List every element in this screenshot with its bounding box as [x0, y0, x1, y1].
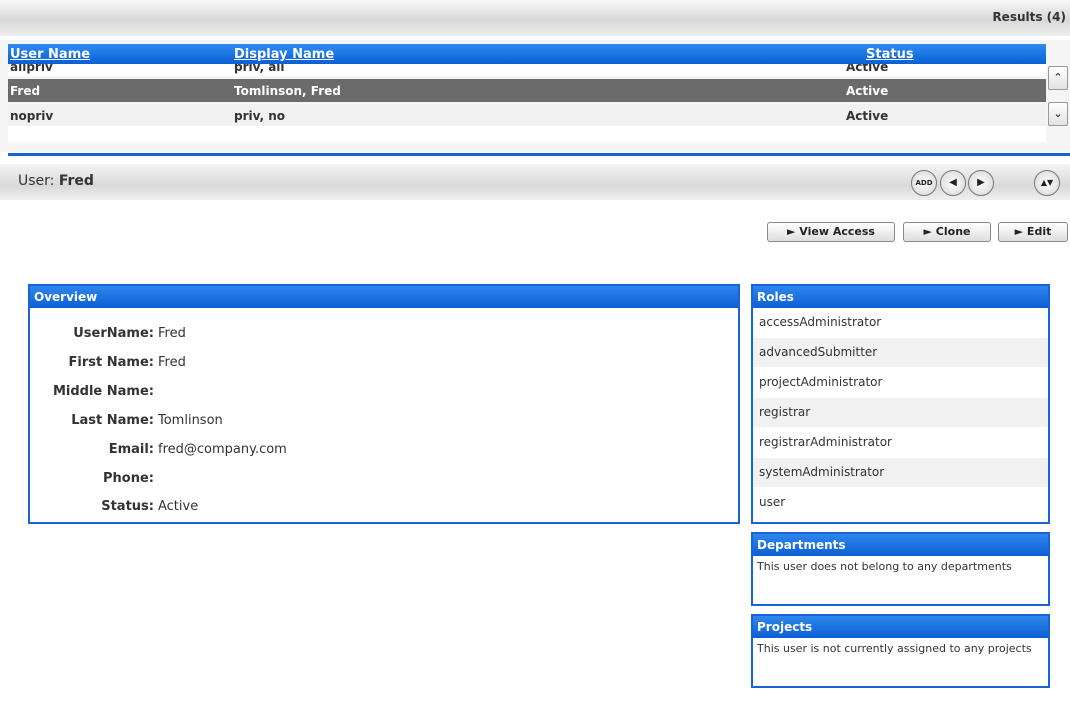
cell-status: Active: [846, 109, 889, 123]
cell-user-name: nopriv: [10, 109, 54, 123]
field-label: UserName:: [73, 326, 154, 341]
list-item: advancedSubmitter: [753, 338, 1048, 368]
list-item: user: [753, 488, 1048, 518]
overview-panel: Overview UserName: Fred First Name: Fred…: [28, 284, 740, 524]
field-value: fred@company.com: [158, 442, 287, 457]
users-table: User Name Display Name Status allpriv pr…: [0, 40, 1070, 152]
field-label: Status:: [101, 499, 154, 514]
chevron-up-icon[interactable]: ⌃: [1048, 66, 1068, 90]
table-row[interactable]: nopriv priv, no Active: [8, 104, 1046, 127]
table-row-selected[interactable]: Fred Tomlinson, Fred Active: [8, 79, 1046, 102]
chevron-down-icon[interactable]: ⌄: [1048, 102, 1068, 126]
list-item: projectAdministrator: [753, 368, 1048, 398]
departments-panel: Departments This user does not belong to…: [751, 532, 1050, 606]
list-item: registrarAdministrator: [753, 428, 1048, 458]
field-value: Tomlinson: [158, 413, 223, 428]
field-value: Active: [158, 499, 199, 514]
projects-panel: Projects This user is not currently assi…: [751, 614, 1050, 688]
field-label: Middle Name:: [52, 384, 154, 399]
list-item: systemAdministrator: [753, 458, 1048, 488]
column-header-status[interactable]: Status: [866, 47, 914, 62]
field-label: First Name:: [68, 355, 154, 370]
next-icon[interactable]: ▶: [968, 170, 994, 196]
section-divider: [8, 153, 1070, 156]
edit-button[interactable]: ► Edit: [998, 222, 1068, 242]
view-access-button[interactable]: ► View Access: [767, 222, 895, 242]
cell-display-name: priv, no: [234, 109, 285, 123]
projects-title: Projects: [753, 616, 1048, 638]
roles-panel: Roles accessAdministrator advancedSubmit…: [751, 284, 1050, 524]
departments-text: This user does not belong to any departm…: [757, 560, 1012, 573]
add-icon[interactable]: ADD: [911, 170, 937, 196]
projects-text: This user is not currently assigned to a…: [757, 642, 1032, 655]
detail-header: User: Fred ADD ◀ ▶ ▲▼: [0, 164, 1070, 200]
cell-status: Active: [846, 84, 889, 98]
field-value: Fred: [158, 355, 186, 370]
column-header-user-name[interactable]: User Name: [10, 47, 90, 62]
clone-button[interactable]: ► Clone: [903, 222, 991, 242]
table-header: User Name Display Name Status: [8, 44, 1046, 64]
results-count: Results (4): [992, 10, 1066, 24]
roles-list: accessAdministrator advancedSubmitter pr…: [753, 308, 1048, 518]
expand-icon[interactable]: ▲▼: [1034, 170, 1060, 196]
overview-title: Overview: [30, 286, 738, 308]
page-title: User: Fred: [18, 173, 94, 189]
field-label: Last Name:: [71, 413, 154, 428]
cell-display-name: Tomlinson, Fred: [234, 84, 341, 98]
table-spacer: [8, 126, 1046, 142]
field-value: Fred: [158, 326, 186, 341]
results-bar: Results (4): [0, 0, 1070, 36]
page-title-prefix: User:: [18, 173, 59, 189]
page-title-user: Fred: [58, 173, 94, 189]
list-item: accessAdministrator: [753, 308, 1048, 338]
field-label: Email:: [108, 442, 154, 457]
field-label: Phone:: [103, 471, 154, 486]
roles-title: Roles: [753, 286, 1048, 308]
departments-title: Departments: [753, 534, 1048, 556]
column-header-display-name[interactable]: Display Name: [234, 47, 334, 62]
list-item: registrar: [753, 398, 1048, 428]
cell-user-name: Fred: [10, 84, 41, 98]
previous-icon[interactable]: ◀: [940, 170, 966, 196]
